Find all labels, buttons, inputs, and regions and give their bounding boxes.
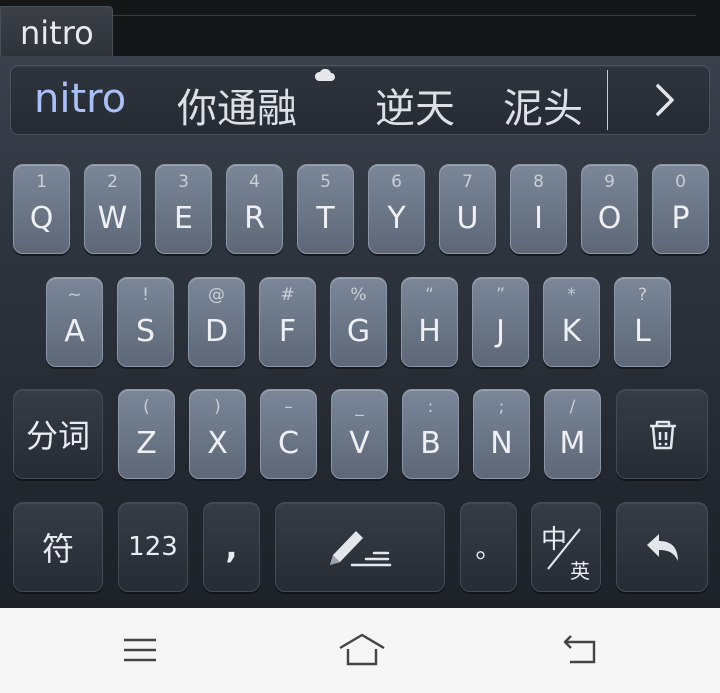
handwriting-pen-icon xyxy=(330,531,392,567)
key-e[interactable]: 3E xyxy=(155,164,212,254)
key-a[interactable]: ~ A xyxy=(46,277,103,367)
candidate-1[interactable]: 你通融 xyxy=(177,76,297,134)
candidate-2[interactable]: 逆天 xyxy=(375,76,455,134)
back-icon[interactable] xyxy=(556,632,600,668)
candidate-separator xyxy=(607,70,608,130)
candidate-bar: nitro 你通融 逆天 泥头 xyxy=(10,65,710,135)
key-p[interactable]: 0P xyxy=(652,164,709,254)
language-switch-key[interactable]: 中 英 xyxy=(531,502,601,592)
key-q[interactable]: 1Q xyxy=(13,164,70,254)
key-f[interactable]: # F xyxy=(259,277,316,367)
system-nav-bar xyxy=(0,608,720,693)
numbers-key[interactable]: 123 xyxy=(118,502,188,592)
key-g[interactable]: % G xyxy=(330,277,387,367)
key-l[interactable]: ? L xyxy=(614,277,671,367)
chevron-right-icon[interactable] xyxy=(643,80,683,120)
divider xyxy=(112,15,696,16)
home-icon[interactable] xyxy=(337,632,387,668)
key-z[interactable]: (Z xyxy=(118,389,175,479)
key-k[interactable]: * K xyxy=(543,277,600,367)
key-m[interactable]: / M xyxy=(544,389,601,479)
key-x[interactable]: ) X xyxy=(189,389,246,479)
key-o[interactable]: 9O xyxy=(581,164,638,254)
comma-key[interactable]: , xyxy=(203,502,260,592)
trash-icon xyxy=(650,420,676,450)
menu-icon[interactable] xyxy=(118,632,162,668)
key-j[interactable]: ” J xyxy=(472,277,529,367)
segment-key[interactable]: 分词 xyxy=(13,389,103,479)
key-w[interactable]: 2W xyxy=(84,164,141,254)
key-i[interactable]: 8I xyxy=(510,164,567,254)
candidate-0[interactable]: nitro xyxy=(34,76,126,122)
return-arrow-icon xyxy=(647,534,678,561)
symbols-key[interactable]: 符 xyxy=(13,502,103,592)
key-t[interactable]: 5T xyxy=(297,164,354,254)
space-key[interactable] xyxy=(275,502,445,592)
key-r[interactable]: 4R xyxy=(226,164,283,254)
key-y[interactable]: 6Y xyxy=(368,164,425,254)
key-v[interactable]: _ V xyxy=(331,389,388,479)
period-key[interactable]: 。 xyxy=(460,502,517,592)
composing-text-box: nitro xyxy=(0,6,113,56)
cloud-icon xyxy=(314,68,335,81)
key-s[interactable]: ! S xyxy=(117,277,174,367)
key-b[interactable]: :B xyxy=(402,389,459,479)
candidate-3[interactable]: 泥头 xyxy=(503,76,583,134)
key-c[interactable]: – C xyxy=(260,389,317,479)
keyboard: nitro 你通融 逆天 泥头 1Q 2W 3E 4R 5T 6Y 7U 8I … xyxy=(0,56,720,608)
enter-key[interactable] xyxy=(616,502,708,592)
key-h[interactable]: “H xyxy=(401,277,458,367)
delete-key[interactable] xyxy=(616,389,708,479)
key-u[interactable]: 7U xyxy=(439,164,496,254)
composing-text: nitro xyxy=(20,14,94,52)
key-d[interactable]: @ D xyxy=(188,277,245,367)
app-top-bar: nitro xyxy=(0,0,720,56)
key-n[interactable]: ; N xyxy=(473,389,530,479)
